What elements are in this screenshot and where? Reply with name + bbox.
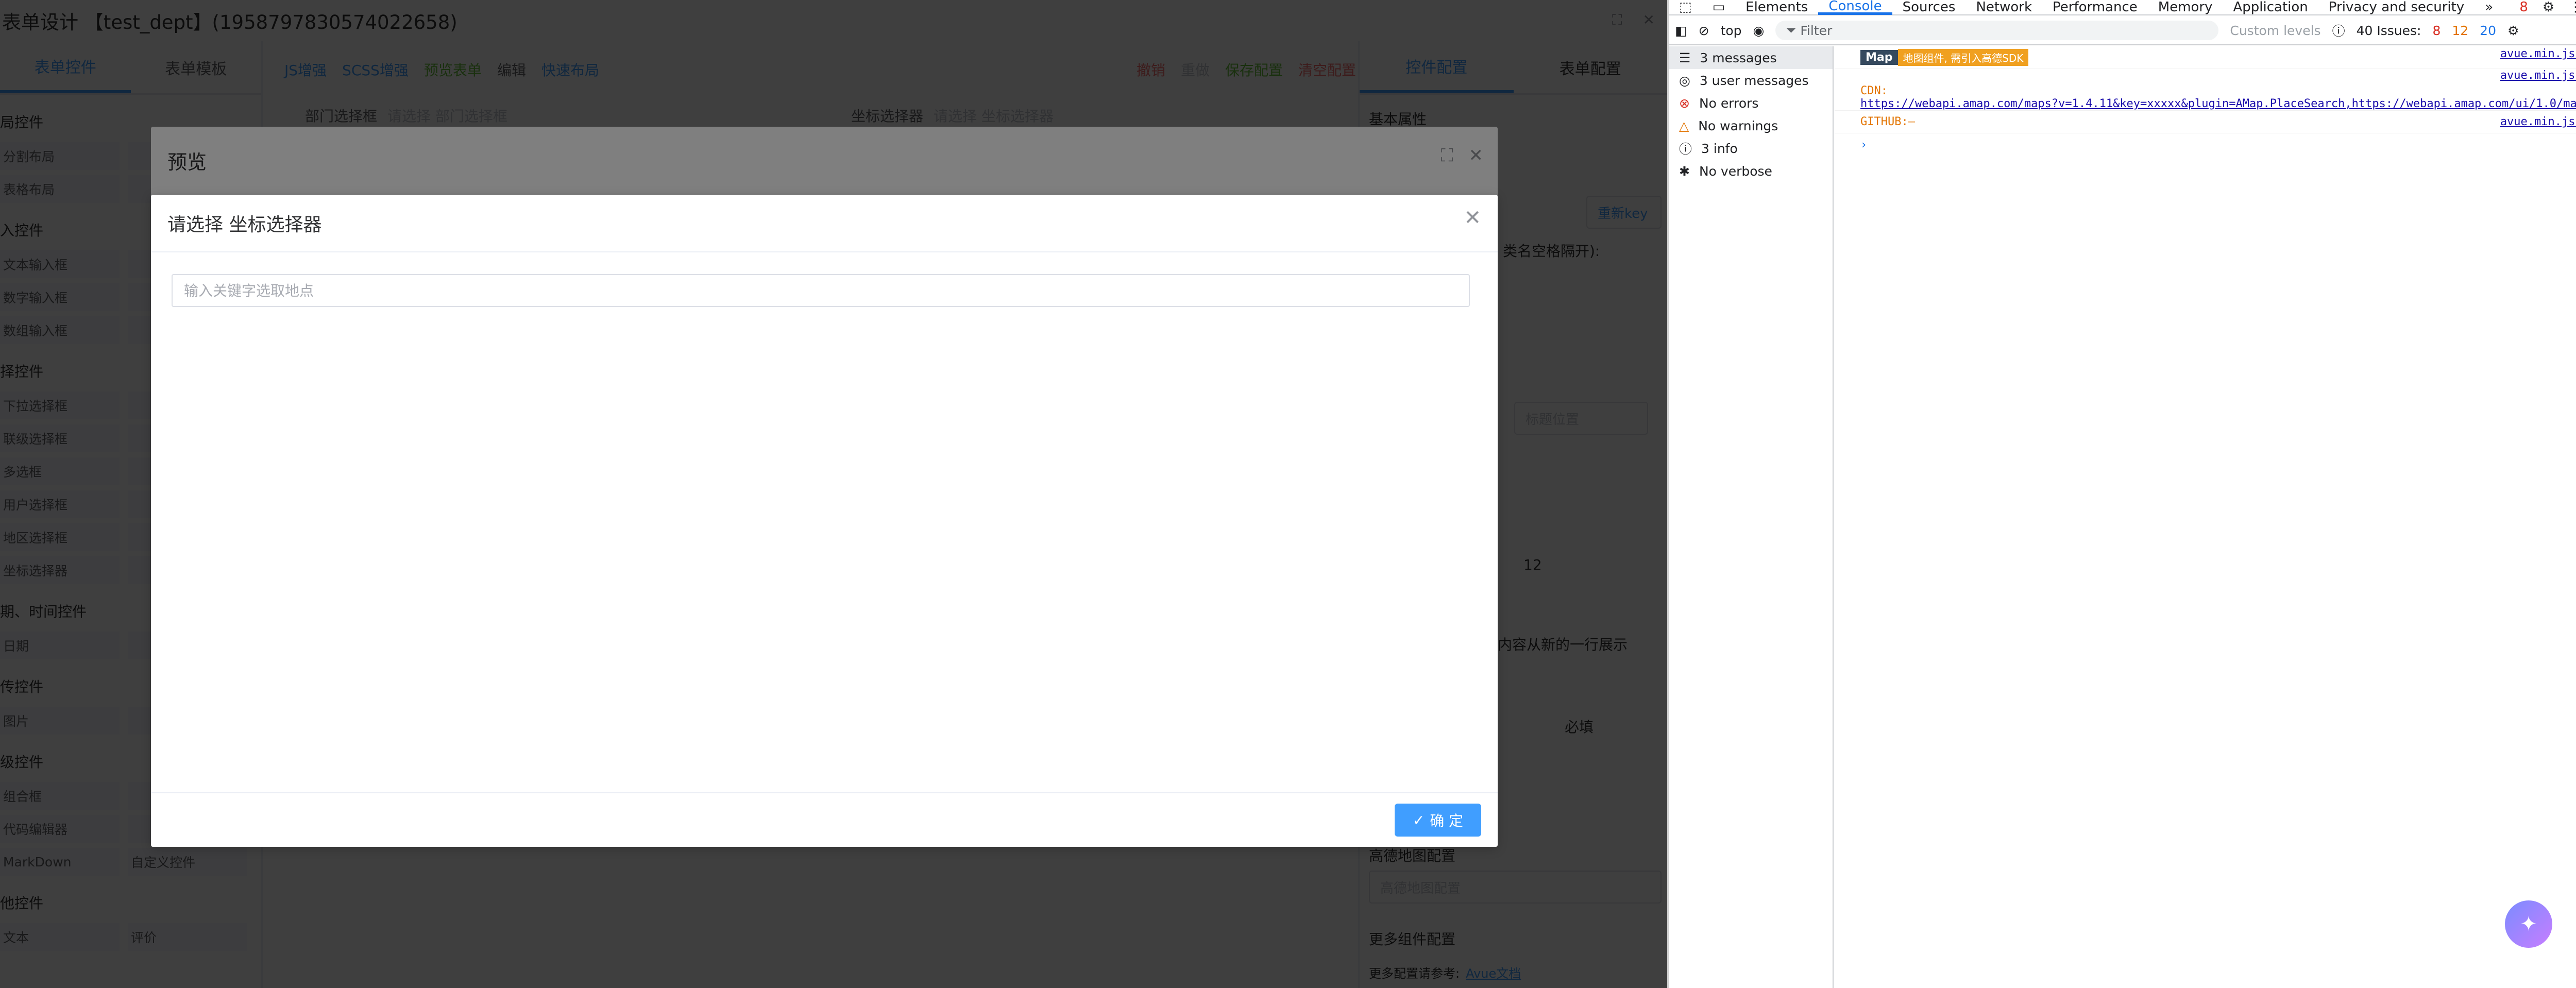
devtools-panel: ⬚ ▭ Elements Console Sources Network Per… — [1667, 0, 2576, 988]
console-filter-input[interactable]: ⏷ Filter — [1775, 21, 2219, 40]
eye-icon[interactable]: ◉ — [1753, 23, 1765, 38]
tab-network[interactable]: Network — [1965, 0, 2042, 15]
sidebar-item-warnings[interactable]: △ No warnings — [1669, 114, 1833, 137]
issues-label[interactable]: 40 Issues: — [2357, 23, 2421, 38]
sidebar-toggle-icon[interactable]: ◧ — [1675, 23, 1687, 38]
console-message: GITHUB:— avue.min.js:7 — [1835, 111, 2576, 133]
settings-icon[interactable]: ⚙ — [2535, 0, 2562, 15]
place-search-input[interactable] — [172, 274, 1470, 307]
device-toggle-icon[interactable]: ▭ — [1702, 0, 1736, 15]
tab-elements[interactable]: Elements — [1735, 0, 1818, 15]
confirm-label: 确 定 — [1430, 812, 1464, 829]
info-icon: ⓘ — [2332, 24, 2345, 39]
more-options-icon[interactable]: ⋮ — [2562, 0, 2576, 15]
sidebar-item-info[interactable]: ⓘ 3 info — [1669, 137, 1833, 160]
close-icon[interactable]: ✕ — [1464, 206, 1481, 230]
sdk-note-badge: 地图组件, 需引入高德SDK — [1897, 49, 2029, 66]
issues-warning-badge[interactable]: 12 — [2452, 23, 2468, 38]
tab-console[interactable]: Console — [1818, 0, 1892, 15]
sidebar-item-errors[interactable]: ⊗ No errors — [1669, 92, 1833, 114]
console-output: Map 地图组件, 需引入高德SDK avue.min.js:7 CDN: ht… — [1835, 46, 2576, 988]
source-link[interactable]: avue.min.js:7 — [2500, 69, 2576, 82]
tab-performance[interactable]: Performance — [2042, 0, 2148, 15]
picker-dialog-footer: ✓ 确 定 — [151, 792, 1498, 847]
cdn-label: CDN: — [1860, 84, 1888, 97]
clear-console-icon[interactable]: ⊘ — [1699, 23, 1709, 38]
console-toolbar: ◧ ⊘ top ◉ ⏷ Filter Custom levels ⓘ 40 Is… — [1669, 16, 2576, 45]
inspect-icon[interactable]: ⬚ — [1669, 0, 1702, 15]
context-select[interactable]: top — [1721, 23, 1742, 38]
console-settings-icon[interactable]: ⚙ — [2507, 23, 2519, 38]
sidebar-item-user-messages[interactable]: ◎ 3 user messages — [1669, 69, 1833, 92]
info-icon: ⓘ — [1679, 142, 1692, 157]
source-link[interactable]: avue.min.js:7 — [2500, 47, 2576, 60]
form-designer-app: 表单设计 【test_dept】(1958797830574022658) ⛶ … — [0, 0, 1667, 988]
list-icon: ☰ — [1679, 50, 1691, 65]
tab-memory[interactable]: Memory — [2148, 0, 2223, 15]
tab-sources[interactable]: Sources — [1892, 0, 1966, 15]
assistant-fab-icon[interactable]: ✦ — [2505, 900, 2552, 948]
github-label: GITHUB:— — [1860, 115, 1915, 128]
coord-picker-dialog: 请选择 坐标选择器 ✕ ✓ 确 定 — [151, 195, 1498, 847]
console-prompt[interactable]: › — [1835, 133, 2576, 156]
picker-dialog-title: 请选择 坐标选择器 — [167, 214, 322, 235]
issues-info-badge[interactable]: 20 — [2480, 23, 2496, 38]
map-badge: Map — [1860, 50, 1898, 65]
console-message: Map 地图组件, 需引入高德SDK avue.min.js:7 — [1835, 46, 2576, 69]
sidebar-item-messages[interactable]: ☰ 3 messages — [1669, 46, 1833, 69]
check-icon: ✓ — [1412, 811, 1425, 829]
devtools-tabbar: ⬚ ▭ Elements Console Sources Network Per… — [1669, 0, 2576, 15]
bug-icon: ✱ — [1679, 163, 1690, 179]
error-count-badge[interactable]: 8 — [2512, 0, 2535, 15]
tab-privacy[interactable]: Privacy and security — [2318, 0, 2475, 15]
issues-error-badge[interactable]: 8 — [2432, 23, 2441, 38]
user-icon: ◎ — [1679, 73, 1690, 88]
cdn-url-link[interactable]: https://webapi.amap.com/maps?v=1.4.11&ke… — [1860, 97, 2576, 110]
filter-icon: ⏷ — [1786, 23, 1801, 38]
error-icon: ⊗ — [1679, 95, 1690, 111]
tab-application[interactable]: Application — [2223, 0, 2318, 15]
log-levels-select[interactable]: Custom levels — [2230, 23, 2320, 38]
confirm-button[interactable]: ✓ 确 定 — [1395, 804, 1481, 837]
source-link[interactable]: avue.min.js:7 — [2500, 115, 2576, 128]
warning-icon: △ — [1679, 118, 1689, 133]
console-message: CDN: https://webapi.amap.com/maps?v=1.4.… — [1835, 69, 2576, 111]
console-sidebar: ☰ 3 messages ◎ 3 user messages ⊗ No errors … — [1669, 46, 1834, 988]
sidebar-item-verbose[interactable]: ✱ No verbose — [1669, 160, 1833, 182]
more-tabs-icon[interactable]: » — [2475, 0, 2503, 15]
prompt-chevron-icon: › — [1860, 138, 1868, 151]
